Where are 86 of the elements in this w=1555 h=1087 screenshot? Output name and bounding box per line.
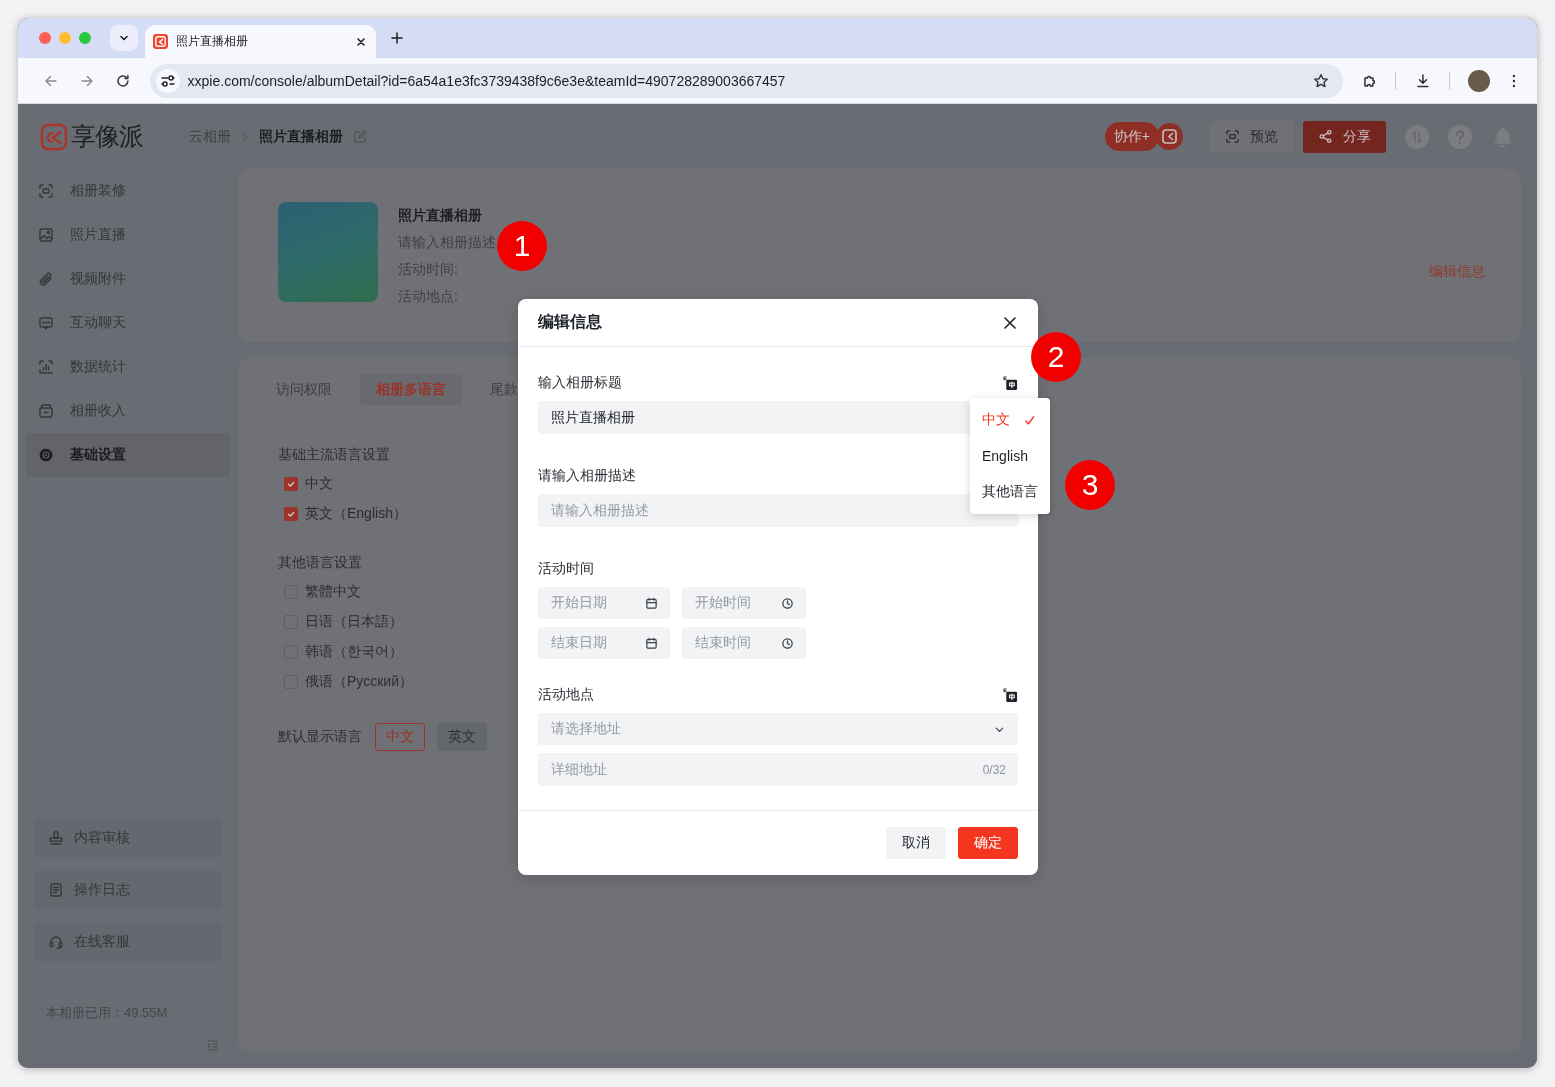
bar-chart-icon: [38, 359, 54, 375]
album-title: 照片直播相册: [398, 206, 483, 225]
default-language-label: 默认显示语言: [278, 728, 362, 746]
bookmark-star-icon[interactable]: [1312, 72, 1329, 89]
dialog-title: 编辑信息: [538, 312, 602, 332]
checkbox[interactable]: [284, 507, 298, 521]
language-menu-item[interactable]: 中文: [970, 402, 1050, 438]
preview-button[interactable]: 预览: [1209, 120, 1294, 153]
window-minimize-dot-icon[interactable]: [59, 32, 71, 44]
checkmark-icon: [286, 479, 296, 489]
calendar-icon: [645, 636, 658, 650]
window-close-dot-icon[interactable]: [39, 32, 51, 44]
headset-icon: [48, 934, 64, 950]
close-icon[interactable]: [1002, 314, 1018, 331]
calendar-icon: [645, 596, 658, 610]
checkbox-label: 俄语（Русский）: [305, 673, 413, 691]
checkbox-label: 英文（English）: [305, 505, 407, 523]
translate-icon[interactable]: [1003, 375, 1018, 391]
share-button[interactable]: 分享: [1303, 120, 1386, 153]
confirm-button[interactable]: 确定: [958, 827, 1018, 859]
close-icon[interactable]: [356, 36, 366, 47]
wallet-icon: [38, 403, 54, 419]
select-field[interactable]: 请选择地址: [538, 713, 1018, 745]
clock-icon: [781, 596, 794, 610]
field-label: 活动地点: [538, 686, 594, 704]
checkbox[interactable]: [284, 477, 298, 491]
language-option-button[interactable]: 中文: [375, 723, 425, 751]
date-input[interactable]: 结束日期: [538, 627, 670, 659]
download-icon[interactable]: [1415, 72, 1432, 89]
time-input[interactable]: 开始时间: [682, 587, 806, 619]
logo-icon: [40, 122, 68, 151]
scan-frame-icon: [38, 183, 54, 199]
checkbox-label: 韩语（한국어）: [305, 643, 403, 661]
scan-frame-icon: [1225, 129, 1240, 144]
sidebar-item[interactable]: 相册收入: [26, 389, 230, 433]
character-counter: 0/32: [982, 762, 1006, 777]
sidebar-item-label: 相册装修: [70, 182, 126, 200]
logo-text: 享像派: [71, 121, 143, 152]
new-tab-plus-icon[interactable]: [391, 32, 403, 44]
cancel-button[interactable]: 取消: [886, 827, 946, 859]
site-settings-icon[interactable]: [155, 68, 180, 93]
reload-icon[interactable]: [114, 72, 131, 89]
field-label: 活动时间: [538, 560, 594, 578]
section-heading: 基础主流语言设置: [278, 445, 390, 464]
section-heading: 其他语言设置: [278, 553, 362, 572]
sidebar-item-label: 基础设置: [70, 446, 126, 464]
sidebar-item[interactable]: 视频附件: [26, 257, 230, 301]
address-bar[interactable]: xxpie.com/console/albumDetail?id=6a54a1e3fc3739438f9c6e3e&teamId=490728289003667457: [149, 63, 1343, 98]
stamp-icon: [48, 830, 64, 846]
language-option-button[interactable]: 英文: [437, 723, 487, 751]
field-label: 输入相册标题: [538, 374, 622, 392]
logo-avatar-icon[interactable]: [1156, 123, 1183, 150]
collaborate-button[interactable]: 协作+: [1104, 122, 1159, 151]
checkbox-label: 繁體中文: [305, 583, 361, 601]
clock-icon: [781, 636, 794, 650]
text-input[interactable]: 照片直播相册: [538, 401, 970, 434]
checkbox-label: 日语（日本語）: [305, 613, 403, 631]
breadcrumb-item: 照片直播相册: [259, 127, 343, 146]
document-list-icon: [48, 882, 64, 898]
checkmark-icon: [286, 509, 296, 519]
translate-icon[interactable]: [1003, 687, 1018, 703]
tab-title: 照片直播相册: [176, 33, 249, 50]
settings-tab[interactable]: 相册多语言: [360, 374, 462, 405]
window-zoom-dot-icon[interactable]: [79, 32, 91, 44]
chevron-down-icon: [119, 33, 129, 43]
checkbox-label: 中文: [305, 475, 333, 493]
time-input[interactable]: 结束时间: [682, 627, 806, 659]
sidebar-item-label: 相册收入: [70, 402, 126, 420]
browser-tab[interactable]: 照片直播相册: [145, 25, 376, 58]
text-input[interactable]: 详细地址 0/32: [538, 753, 1018, 786]
check-icon: [1024, 414, 1035, 426]
sidebar-item-label: 视频附件: [70, 270, 126, 288]
date-input[interactable]: 开始日期: [538, 587, 670, 619]
image-icon: [38, 227, 54, 243]
field-label: 请输入相册描述: [538, 467, 636, 485]
url-text: xxpie.com/console/albumDetail?id=6a54a1e3fc3739438f9c6e3e&teamId=490728289003667457: [187, 72, 787, 89]
sidebar-item[interactable]: 基础设置: [26, 433, 230, 477]
settings-icon: [38, 447, 54, 463]
paperclip-icon: [38, 271, 54, 287]
chat-bubble-icon: [38, 315, 54, 331]
share-icon: [1318, 129, 1333, 144]
avatar-icon[interactable]: [1468, 69, 1491, 92]
sidebar-item[interactable]: 相册装修: [26, 169, 230, 213]
language-menu-item[interactable]: English: [970, 438, 1050, 474]
edit-info-link[interactable]: 编辑信息: [1429, 263, 1485, 281]
favicon-icon: [153, 34, 168, 49]
